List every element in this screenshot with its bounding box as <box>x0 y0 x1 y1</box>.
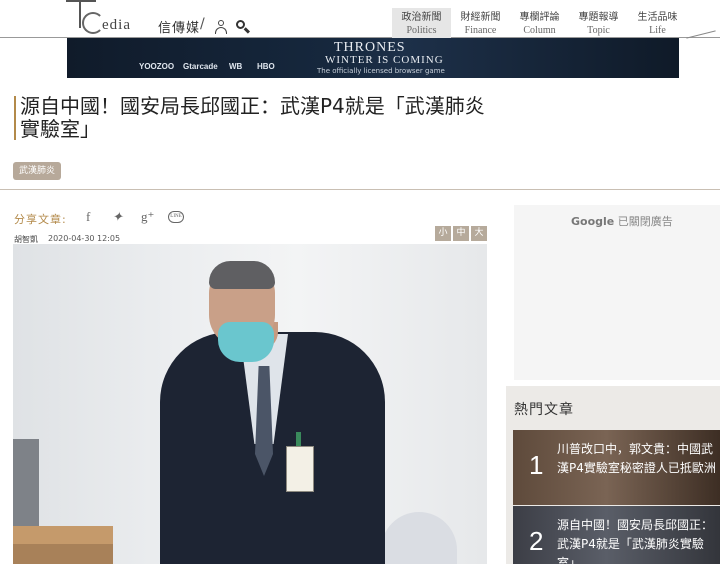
font-size-large-button[interactable]: 大 <box>471 226 487 241</box>
ad-closed-notice: Google 已關閉廣告 <box>571 213 673 229</box>
nav-item-en-label: Column <box>523 25 556 36</box>
search-icon[interactable] <box>236 20 251 34</box>
nav-item-en-label: Finance <box>464 25 497 36</box>
google-label: Google <box>571 215 615 228</box>
font-size-small-button[interactable]: 小 <box>435 226 451 241</box>
hot-article-item[interactable]: 1 川普改口中，郭文貴：中國武漢P4實驗室秘密證人已抵歐洲 <box>513 430 720 505</box>
banner-ad[interactable]: YOOZOO Gtarcade WB HBO THRONES WINTER IS… <box>67 38 679 78</box>
article-title: 源自中國！國安局長邱國正：武漢P4就是「武漢肺炎實驗室」 <box>20 94 485 141</box>
nav-more-icon[interactable] <box>680 28 720 38</box>
article-date: 2020-04-30 12:05 <box>48 234 121 243</box>
header-divider: / <box>200 16 205 32</box>
hot-article-item[interactable]: 2 源自中國！國安局長邱國正：武漢P4就是「武漢肺炎實驗室」 <box>513 506 720 564</box>
facebook-icon[interactable]: f <box>86 209 90 225</box>
ad-closed-label: 已關閉廣告 <box>617 215 673 228</box>
nav-item-finance[interactable]: 財經新聞 Finance <box>451 8 510 38</box>
article-tag[interactable]: 武漢肺炎 <box>13 162 62 180</box>
logo-word: edia <box>102 17 131 33</box>
banner-logo-gtarcade: Gtarcade <box>183 62 218 71</box>
nav-item-en-label: Politics <box>406 25 437 36</box>
twitter-icon[interactable]: ✦ <box>112 209 123 225</box>
hot-article-rank: 1 <box>529 450 544 480</box>
hot-article-rank: 2 <box>529 526 544 556</box>
nav-item-column[interactable]: 專欄評論 Column <box>510 8 569 38</box>
nav-item-en-label: Topic <box>587 25 610 36</box>
nav-item-politics[interactable]: 政治新聞 Politics <box>392 8 451 38</box>
nav-item-life[interactable]: 生活品味 Life <box>628 8 687 38</box>
font-size-controls: 小 中 大 <box>435 226 487 241</box>
nav-item-label: 政治新聞 <box>401 12 442 23</box>
headline-accent <box>14 96 16 140</box>
google-plus-icon[interactable]: g⁺ <box>141 209 154 225</box>
banner-logo-yoozoo: YOOZOO <box>139 62 175 71</box>
banner-tagline: The officially licensed browser game <box>317 67 445 75</box>
font-size-medium-button[interactable]: 中 <box>453 226 469 241</box>
nav-item-topic[interactable]: 專題報導 Topic <box>569 8 628 38</box>
site-header: edia 信傳媒 / 政治新聞 Politics 財經新聞 Finance 專欄… <box>0 0 720 38</box>
nav-item-label: 財經新聞 <box>460 12 501 23</box>
main-nav: 政治新聞 Politics 財經新聞 Finance 專欄評論 Column 專… <box>392 8 687 38</box>
site-logo[interactable]: edia <box>66 0 152 38</box>
nav-item-label: 專題報導 <box>578 12 619 23</box>
sidebar-ad <box>514 205 720 380</box>
article-photo <box>13 244 487 564</box>
hot-article-title: 源自中國！國安局長邱國正：武漢P4就是「武漢肺炎實驗室」 <box>557 518 714 564</box>
line-icon[interactable]: LINE <box>168 211 184 223</box>
logo-c-mark <box>82 12 104 34</box>
banner-logo-hbo: HBO <box>257 62 275 71</box>
user-icon[interactable] <box>215 20 227 34</box>
hot-articles-title: 熱門文章 <box>514 402 574 418</box>
divider <box>0 189 720 190</box>
brand-name[interactable]: 信傳媒 <box>158 17 200 36</box>
nav-item-label: 生活品味 <box>637 12 678 23</box>
hot-article-title: 川普改口中，郭文貴：中國武漢P4實驗室秘密證人已抵歐洲 <box>557 442 716 475</box>
nav-item-en-label: Life <box>649 25 666 36</box>
share-label: 分享文章: <box>14 213 67 226</box>
nav-item-label: 專欄評論 <box>519 12 560 23</box>
banner-logo-wb: WB <box>229 62 243 71</box>
banner-subtitle: WINTER IS COMING <box>325 54 444 66</box>
